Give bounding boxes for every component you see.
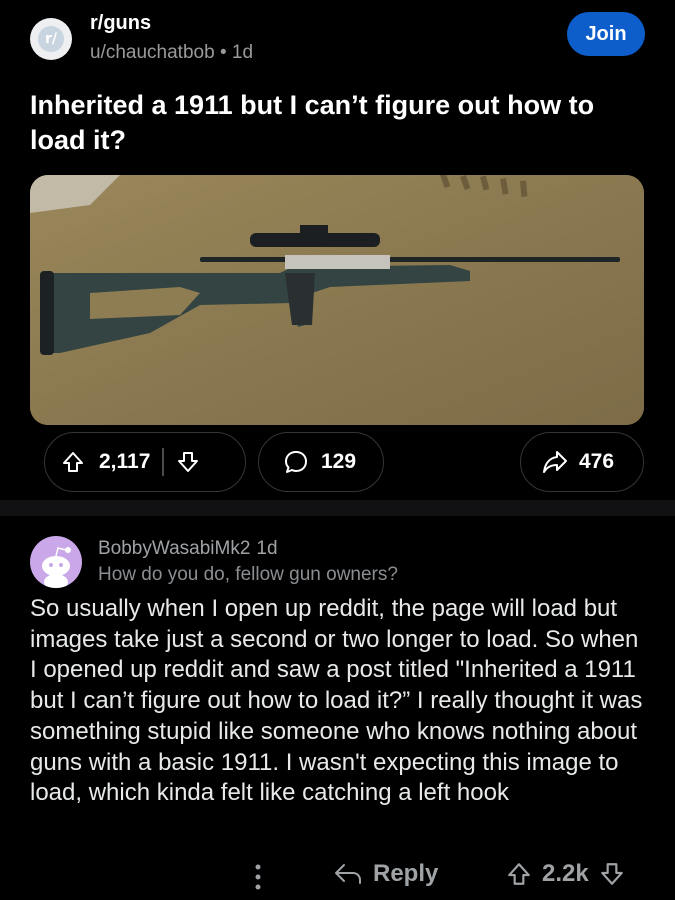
upvote-icon[interactable]	[61, 450, 85, 474]
meta-dot: •	[219, 42, 232, 63]
reply-button[interactable]: Reply	[333, 860, 438, 888]
comment-age: 1d	[256, 538, 278, 559]
share-button[interactable]: 476	[520, 432, 644, 492]
share-count: 476	[579, 450, 615, 473]
join-button[interactable]: Join	[567, 12, 645, 56]
comment-vote-count: 2.2k	[542, 860, 589, 887]
snoo-avatar[interactable]	[30, 536, 82, 588]
subreddit-icon-mark: r/	[38, 26, 64, 52]
post-meta: u/chauchatbob • 1d	[90, 42, 253, 64]
share-icon	[541, 449, 569, 475]
comment-count: 129	[321, 450, 357, 473]
comment-icon	[283, 449, 309, 475]
subreddit-name[interactable]: r/guns	[90, 12, 151, 35]
more-icon[interactable]	[248, 862, 268, 899]
post-author[interactable]: u/chauchatbob	[90, 42, 215, 63]
comments-button[interactable]: 129	[258, 432, 384, 492]
reply-icon	[333, 861, 363, 887]
vote-pill: 2,117	[44, 432, 246, 492]
post-image[interactable]	[30, 175, 644, 425]
post-title[interactable]: Inherited a 1911 but I can’t figure out …	[30, 88, 650, 158]
subreddit-icon[interactable]: r/	[30, 18, 72, 60]
comment-vote: 2.2k	[506, 860, 625, 888]
comment-author[interactable]: BobbyWasabiMk2	[98, 538, 250, 559]
comment-upvote-icon[interactable]	[506, 861, 532, 887]
post-actions: 2,117 129 476	[0, 432, 675, 494]
rifle-photo	[30, 175, 644, 425]
comment-body: So usually when I open up reddit, the pa…	[30, 595, 643, 807]
comment-author-line: BobbyWasabiMk2 1d	[98, 538, 278, 560]
comment-actions: Reply 2.2k	[0, 856, 675, 900]
post-vote-count: 2,117	[99, 450, 151, 473]
user-flair: How do you do, fellow gun owners?	[98, 564, 398, 585]
reply-label: Reply	[373, 860, 439, 887]
post-card: r/ r/guns u/chauchatbob • 1d Join Inheri…	[0, 0, 675, 500]
downvote-icon[interactable]	[176, 450, 200, 474]
comment-card: BobbyWasabiMk2 1d How do you do, fellow g…	[0, 516, 675, 900]
vote-separator	[162, 448, 164, 476]
post-age: 1d	[231, 42, 254, 63]
comment-downvote-icon[interactable]	[599, 861, 625, 887]
section-divider	[0, 500, 675, 516]
